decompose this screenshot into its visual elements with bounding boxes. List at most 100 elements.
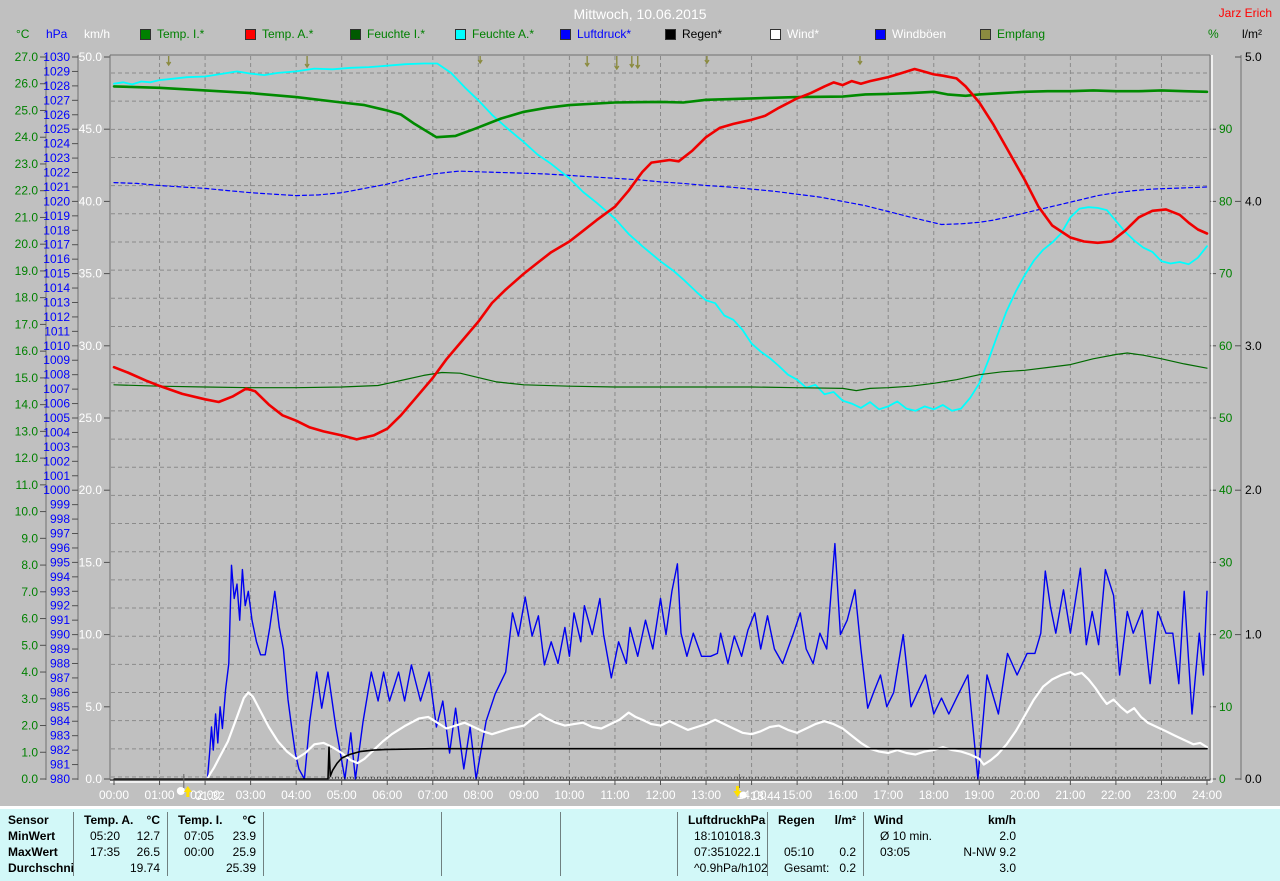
axis-tick-label: 18.0 <box>15 291 39 305</box>
x-axis-label: 18:00 <box>919 788 949 802</box>
axis-tick-label: 1023 <box>43 151 70 165</box>
axis-tick-label: 991 <box>50 613 70 627</box>
axis-tick-label: 0 <box>1219 772 1226 786</box>
axis-tick-label: 21.0 <box>15 210 39 224</box>
axis-tick-label: 1022 <box>43 166 70 180</box>
axis-tick-label: 1025 <box>43 122 70 136</box>
axis-tick-label: 80 <box>1219 194 1233 208</box>
axis-tick-label: 10.0 <box>15 505 39 519</box>
cell-time: Gesamt: <box>784 861 830 875</box>
axis-tick-label: 990 <box>50 628 70 642</box>
cell-value: 1022.1 <box>724 845 761 859</box>
axis-tick-label: 998 <box>50 512 70 526</box>
empfang-marks <box>166 56 863 71</box>
axis-tick-label: 1001 <box>43 469 70 483</box>
y-axis-%: 0 10 20 30 40 50 60 70 80 90 <box>1210 122 1233 786</box>
table-cell <box>263 844 441 860</box>
axis-tick-label: 26.0 <box>15 77 39 91</box>
table-col-header: Regen l/m² <box>767 812 863 828</box>
axis-tick-label: 3.0 <box>1245 339 1262 353</box>
axis-tick-label: 2.0 <box>21 719 38 733</box>
cell-time: 07:05 <box>184 829 215 843</box>
table-cell <box>441 844 560 860</box>
table-corner-label: Sensor <box>8 813 49 827</box>
cell-value: 12.7 <box>136 829 160 843</box>
table-cell <box>767 828 863 844</box>
moon-icon <box>176 787 185 795</box>
axis-tick-label: 1016 <box>43 252 70 266</box>
axis-tick-label: 0.0 <box>21 772 38 786</box>
y-axis-km/h: 0.0 5.0 10.0 15.0 20.0 25.0 30.0 35.0 40.0 45.0 50… <box>79 50 110 786</box>
axis-tick-label: 1005 <box>43 411 70 425</box>
axis-tick-label: 20.0 <box>15 237 39 251</box>
table-col-header: Temp. A. °C <box>73 812 167 828</box>
x-axis-label: 10:00 <box>554 788 584 802</box>
marker-time-label: 13:44 <box>750 789 780 803</box>
axis-tick-label: 12.0 <box>15 451 39 465</box>
axis-tick-label: 993 <box>50 584 70 598</box>
table-row-label: Durchschnitt <box>8 861 73 875</box>
axis-tick-label: 1030 <box>43 50 70 64</box>
table-cell: 00:00 25.9 <box>167 844 263 860</box>
table-cell: 17:35 26.5 <box>73 844 167 860</box>
axis-tick-label: 15.0 <box>79 555 103 569</box>
table-cell: 07:05 23.9 <box>167 828 263 844</box>
axis-tick-label: 1028 <box>43 79 70 93</box>
axis-tick-label: 17.0 <box>15 317 39 331</box>
cell-value: 25.39 <box>225 861 256 875</box>
y-axis-°C: 0.0 1.0 2.0 3.0 4.0 5.0 6.0 7.0 8.0 9.0 10.0 11.0 12… <box>15 50 47 786</box>
axis-tick-label: 13.0 <box>15 424 39 438</box>
x-axis-label: 19:00 <box>964 788 994 802</box>
table-cell: 25.39 <box>167 860 263 876</box>
axis-tick-label: 11.0 <box>16 478 39 492</box>
x-axis-label: 12:00 <box>645 788 675 802</box>
x-axis-label: 00:00 <box>99 788 129 802</box>
axis-tick-label: 40 <box>1219 483 1233 497</box>
table-cell <box>560 828 677 844</box>
axis-tick-label: 984 <box>50 714 70 728</box>
axis-tick-label: 1010 <box>43 339 70 353</box>
table-cell: 05:20 12.7 <box>73 828 167 844</box>
table-row-label: MaxWert <box>8 845 58 859</box>
table-col-header: Temp. I. °C <box>167 812 263 828</box>
cell-time: 17:35 <box>90 845 121 859</box>
axis-tick-label: 1021 <box>43 180 70 194</box>
table-cell <box>263 828 441 844</box>
empfang-mark-icon <box>635 56 641 70</box>
cell-value: 0.2 <box>839 845 856 859</box>
table-cell <box>441 828 560 844</box>
moon-icon <box>739 791 747 799</box>
x-axis-label: 17:00 <box>873 788 903 802</box>
axis-tick-label: 50.0 <box>79 50 103 64</box>
axis-tick-label: 6.0 <box>21 612 38 626</box>
x-axis-label: 05:00 <box>327 788 357 802</box>
axis-tick-label: 1009 <box>43 353 70 367</box>
x-axis-label: 20:00 <box>1010 788 1040 802</box>
x-axis-label: 15:00 <box>782 788 812 802</box>
cell-value: N-NW 9.2 <box>963 845 1016 859</box>
table-filler <box>1023 844 1280 860</box>
axis-tick-label: 30 <box>1219 555 1233 569</box>
table-cell: Gesamt: 0.2 <box>767 860 863 876</box>
table-cell: 18:10 1018.3 <box>677 828 767 844</box>
gridlines <box>111 56 1209 779</box>
col-unit: °C <box>146 813 160 827</box>
axis-tick-label: 985 <box>50 700 70 714</box>
axis-tick-label: 45.0 <box>79 122 103 136</box>
x-axis-label: 24:00 <box>1192 788 1222 802</box>
axis-tick-label: 988 <box>50 656 70 670</box>
axis-tick-label: 10.0 <box>79 628 103 642</box>
axis-tick-label: 999 <box>50 498 70 512</box>
axis-tick-label: 1018 <box>43 223 70 237</box>
axis-tick-label: 1026 <box>43 108 70 122</box>
axis-tick-label: 16.0 <box>15 344 39 358</box>
chart-plot-area[interactable]: 0.0 1.0 2.0 3.0 4.0 5.0 6.0 7.0 8.0 9.0 10.0 11.0 12… <box>0 0 1280 806</box>
x-axis-label: 23:00 <box>1146 788 1176 802</box>
axis-tick-label: 1013 <box>43 295 70 309</box>
axis-tick-label: 25.0 <box>79 411 103 425</box>
col-unit: hPa <box>743 813 766 827</box>
x-axis-label: 06:00 <box>372 788 402 802</box>
cell-value: 1018.3 <box>724 829 761 843</box>
axis-tick-label: 1029 <box>43 64 70 78</box>
axis-tick-label: 1000 <box>43 483 70 497</box>
